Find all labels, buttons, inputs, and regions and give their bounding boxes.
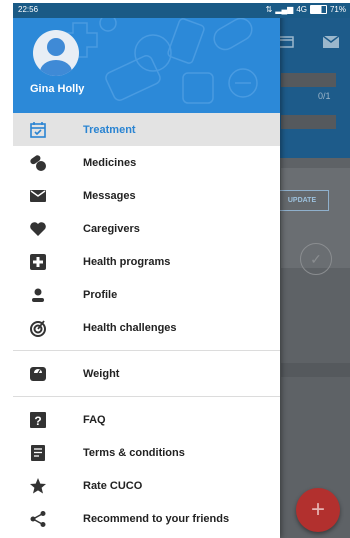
status-bar: 22:56 ⇅ ▂▄▆ 4G 71% [13,3,350,18]
status-indicators: ⇅ ▂▄▆ 4G 71% [266,5,346,14]
menu-item-health-challenges[interactable]: Health challenges [13,311,280,344]
menu-item-label: Recommend to your friends [83,512,230,525]
menu-item-label: Medicines [83,156,137,169]
avatar[interactable] [33,30,79,76]
heart-icon [29,220,47,238]
menu-item-label: Health programs [83,255,171,268]
menu-item-label: Caregivers [83,222,140,235]
envelope-icon [29,187,47,205]
navigation-drawer: Gina Holly Treatment Medicines Messages [13,3,280,538]
user-avatar-icon [40,38,72,76]
menu-item-label: Treatment [83,123,136,136]
divider [13,350,280,351]
menu-item-weight[interactable]: Weight [13,357,280,390]
menu-item-messages[interactable]: Messages [13,179,280,212]
menu-item-label: Messages [83,189,136,202]
check-circle-icon: ✓ [300,243,332,275]
drawer-menu: Treatment Medicines Messages Caregivers [13,113,280,535]
add-fab-button: + [296,488,340,532]
calendar-icon [278,36,294,48]
plus-box-icon [29,253,47,271]
document-icon [29,444,47,462]
mail-icon [323,36,339,48]
menu-item-label: Weight [83,367,120,380]
question-box-icon: ? [29,411,47,429]
pills-icon [29,154,47,172]
background-bar [281,115,336,129]
menu-item-rate[interactable]: Rate CUCO [13,469,280,502]
menu-item-faq[interactable]: ? FAQ [13,403,280,436]
divider [13,396,280,397]
svg-text:?: ? [34,414,41,428]
menu-item-label: Rate CUCO [83,479,143,492]
target-icon [29,319,47,337]
signal-icon: ▂▄▆ [275,5,294,14]
network-type: 4G [296,5,307,14]
menu-item-label: FAQ [83,413,106,426]
calendar-check-icon [29,121,47,139]
menu-item-treatment[interactable]: Treatment [13,113,280,146]
scale-icon [29,365,47,383]
background-progress: 0/1 [318,91,331,101]
star-icon [29,477,47,495]
menu-item-label: Profile [83,288,118,301]
menu-item-terms[interactable]: Terms & conditions [13,436,280,469]
menu-item-medicines[interactable]: Medicines [13,146,280,179]
battery-level: 71% [329,5,346,14]
battery-icon [309,5,327,14]
share-icon [29,510,47,528]
menu-item-caregivers[interactable]: Caregivers [13,212,280,245]
user-name[interactable]: Gina Holly [30,83,84,95]
status-time: 22:56 [18,5,39,14]
data-arrows-icon: ⇅ [265,5,273,14]
menu-item-health-programs[interactable]: Health programs [13,245,280,278]
background-bar [281,363,350,377]
menu-item-label: Terms & conditions [83,446,185,459]
menu-item-recommend[interactable]: Recommend to your friends [13,502,280,535]
drawer-header: Gina Holly [13,3,280,113]
update-button: UPDATE [275,190,329,211]
background-bar [281,73,336,87]
phone-screen: 0/1 UPDATE ✓ + 22:56 ⇅ ▂▄▆ 4G 71% Gina H… [13,3,350,538]
menu-item-profile[interactable]: Profile [13,278,280,311]
person-icon [29,286,47,304]
menu-item-label: Health challenges [83,321,177,334]
